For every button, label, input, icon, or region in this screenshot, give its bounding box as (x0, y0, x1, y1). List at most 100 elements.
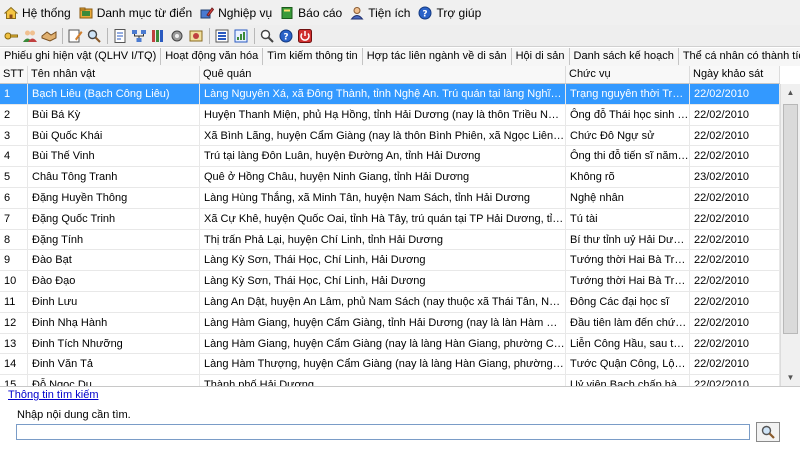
edit-icon[interactable] (66, 27, 84, 45)
menu-item-1[interactable]: Danh mục từ điển (75, 2, 196, 24)
menu-item-label: Danh mục từ điển (96, 5, 193, 20)
table-cell: 22/02/2010 (690, 291, 780, 312)
search-button[interactable] (756, 422, 780, 442)
library-icon[interactable] (149, 27, 167, 45)
table-cell: Quê ở Hồng Châu, huyện Ninh Giang, tỉnh … (200, 167, 566, 188)
tab-0[interactable]: Phiếu ghi hiện vật (QLHV I/TQ) (0, 48, 162, 65)
menu-item-0[interactable]: Hệ thống (0, 2, 75, 24)
help-icon[interactable]: ? (277, 27, 295, 45)
scroll-up-arrow-icon[interactable]: ▲ (781, 84, 800, 101)
table-cell: Huyện Thanh Miện, phủ Hạ Hồng, tỉnh Hải … (200, 104, 566, 125)
table-cell: 22/02/2010 (690, 104, 780, 125)
table-row[interactable]: 2 Bùi Bá Kỳ Huyện Thanh Miện, phủ Hạ Hồng,… (0, 104, 780, 126)
vertical-scrollbar[interactable]: ▲ ▼ (780, 84, 800, 386)
table-row[interactable]: 12 Đinh Nhạ Hành Làng Hàm Giang, huyện Cẩm… (0, 312, 780, 334)
table-row[interactable]: 15 Đỗ Ngọc Du Thành phố Hải Dương Uỷ viên B… (0, 375, 780, 386)
tab-5[interactable]: Danh sách kế hoạch (570, 48, 679, 65)
tab-4[interactable]: Hội di sản (512, 48, 570, 65)
table-row[interactable]: 10 Đào Đạo Làng Kỳ Sơn, Thái Học, Chí Linh… (0, 271, 780, 292)
table-row[interactable]: 7 Đặng Quốc Trinh Xã Cự Khê, huyện Quốc Oa… (0, 208, 780, 230)
menu-item-3[interactable]: Báo cáo (276, 2, 346, 24)
stamp-icon[interactable] (187, 27, 205, 45)
scroll-thumb[interactable] (783, 104, 798, 334)
table-row[interactable]: 9 Đào Bạt Làng Kỳ Sơn, Thái Học, Chí Linh,… (0, 250, 780, 272)
table-cell: Thành phố Hải Dương (200, 375, 566, 386)
table-cell: Làng Hàm Giang, huyện Cẩm Giàng, tỉnh Hả… (200, 312, 566, 333)
table-cell: 13 (0, 333, 28, 354)
character-table: STT Tên nhân vật Quê quán Chức vụ Ngày khảo … (0, 66, 800, 387)
scroll-down-arrow-icon[interactable]: ▼ (781, 369, 800, 386)
table-cell: 22/02/2010 (690, 125, 780, 146)
table-row[interactable]: 5 Châu Tông Tranh Quê ở Hồng Châu, huyện N… (0, 167, 780, 188)
table-cell: Trạng nguyên thời Trần, khai khoa (566, 84, 690, 104)
table-row[interactable]: 3 Bùi Quốc Khái Xã Bình Lãng, huyện Cẩm Gi… (0, 125, 780, 147)
find-icon[interactable] (258, 27, 276, 45)
table-cell: 22/02/2010 (690, 333, 780, 354)
table-row[interactable]: 11 Đinh Lưu Làng An Dật, huyện An Lâm, phủ… (0, 291, 780, 313)
table-cell: 6 (0, 187, 28, 208)
table-row[interactable]: 14 Đinh Văn Tả Làng Hàm Thượng, huyện Cẩm … (0, 354, 780, 376)
table-cell: Trú tại làng Đôn Luân, huyện Đường An, t… (200, 146, 566, 167)
tree-icon[interactable] (130, 27, 148, 45)
table-cell: 22/02/2010 (690, 375, 780, 386)
menu-item-5[interactable]: ? Trợ giúp (414, 2, 485, 24)
power-icon[interactable] (296, 27, 314, 45)
menu-item-4[interactable]: Tiện ích (346, 2, 414, 24)
menu-item-label: Tiện ích (368, 5, 411, 20)
tab-1[interactable]: Hoạt động văn hóa (161, 48, 264, 65)
report-icon[interactable] (232, 27, 250, 45)
table-cell: 3 (0, 125, 28, 146)
search-input[interactable] (16, 424, 750, 440)
toolbar: ? (0, 25, 800, 47)
table-cell: 11 (0, 291, 28, 312)
table-row[interactable]: 4 Bùi Thế Vinh Trú tại làng Đôn Luân, huyệ… (0, 146, 780, 168)
table-cell: Đầu tiên làm đến chức Án sát (566, 312, 690, 333)
table-cell: Đặng Huyền Thông (28, 187, 200, 208)
users-icon[interactable] (21, 27, 39, 45)
table-row[interactable]: 8 Đặng Tính Thị trấn Phả Lại, huyện Chí Li… (0, 229, 780, 251)
table-cell: Làng Nguyên Xá, xã Đông Thành, tỉnh Nghệ… (200, 84, 566, 104)
table-cell: Bạch Liêu (Bạch Công Liêu) (28, 84, 200, 104)
column-header[interactable]: Chức vụ (566, 66, 690, 83)
table-cell: 22/02/2010 (690, 312, 780, 333)
table-cell: Ông đỗ Thái học sinh năm (566, 104, 690, 125)
table-cell: Bùi Quốc Khái (28, 125, 200, 146)
menu-item-label: Trợ giúp (436, 5, 482, 20)
table-cell: 5 (0, 167, 28, 188)
table-cell: Bí thư tỉnh uỷ Hải Dương, Tỉnh đội (566, 229, 690, 250)
table-cell: 15 (0, 375, 28, 386)
table-cell: Đặng Quốc Trinh (28, 208, 200, 229)
table-cell: 14 (0, 354, 28, 375)
search-icon[interactable] (85, 27, 103, 45)
tab-2[interactable]: Tìm kiếm thông tin (263, 48, 363, 65)
menu-item-2[interactable]: Nghiệp vụ (196, 2, 276, 24)
list-icon[interactable] (213, 27, 231, 45)
handshake-icon[interactable] (40, 27, 58, 45)
folder-icon (79, 6, 93, 20)
search-info-link[interactable]: Thông tin tìm kiếm (8, 389, 98, 401)
table-row[interactable]: 13 Đinh Tích Nhưỡng Làng Hàm Giang, huyện … (0, 333, 780, 355)
table-cell: Không rõ (566, 167, 690, 188)
column-header[interactable]: STT (0, 66, 28, 83)
table-cell: Đinh Nhạ Hành (28, 312, 200, 333)
table-cell: Đinh Tích Nhưỡng (28, 333, 200, 354)
table-cell: Nghệ nhân (566, 187, 690, 208)
table-cell: Đông Các đại học sĩ (566, 291, 690, 312)
user-icon (350, 6, 364, 20)
column-header[interactable]: Ngày khảo sát (690, 66, 780, 83)
table-cell: Đỗ Ngọc Du (28, 375, 200, 386)
table-cell: Liễn Công Hầu, sau thăng chức (566, 333, 690, 354)
column-header[interactable]: Quê quán (200, 66, 566, 83)
table-cell: Làng An Dật, huyện An Lâm, phủ Nam Sách … (200, 291, 566, 312)
settings-icon[interactable] (168, 27, 186, 45)
document-icon[interactable] (111, 27, 129, 45)
table-row[interactable]: 6 Đặng Huyền Thông Làng Hùng Thắng, xã Min… (0, 187, 780, 209)
search-prompt-label: Nhập nội dung cần tìm. (17, 409, 131, 421)
tab-3[interactable]: Hợp tác liên ngành về di sản (363, 48, 512, 65)
tab-6[interactable]: Thể cá nhân có thành tích cao trong bảo … (679, 48, 800, 65)
table-row[interactable]: 1 Bạch Liêu (Bạch Công Liêu) Làng Nguyên X… (0, 84, 780, 105)
table-cell: Làng Kỳ Sơn, Thái Học, Chí Linh, Hải Dươ… (200, 250, 566, 271)
key-icon[interactable] (2, 27, 20, 45)
toolbar-separator (62, 27, 63, 44)
column-header[interactable]: Tên nhân vật (28, 66, 200, 83)
